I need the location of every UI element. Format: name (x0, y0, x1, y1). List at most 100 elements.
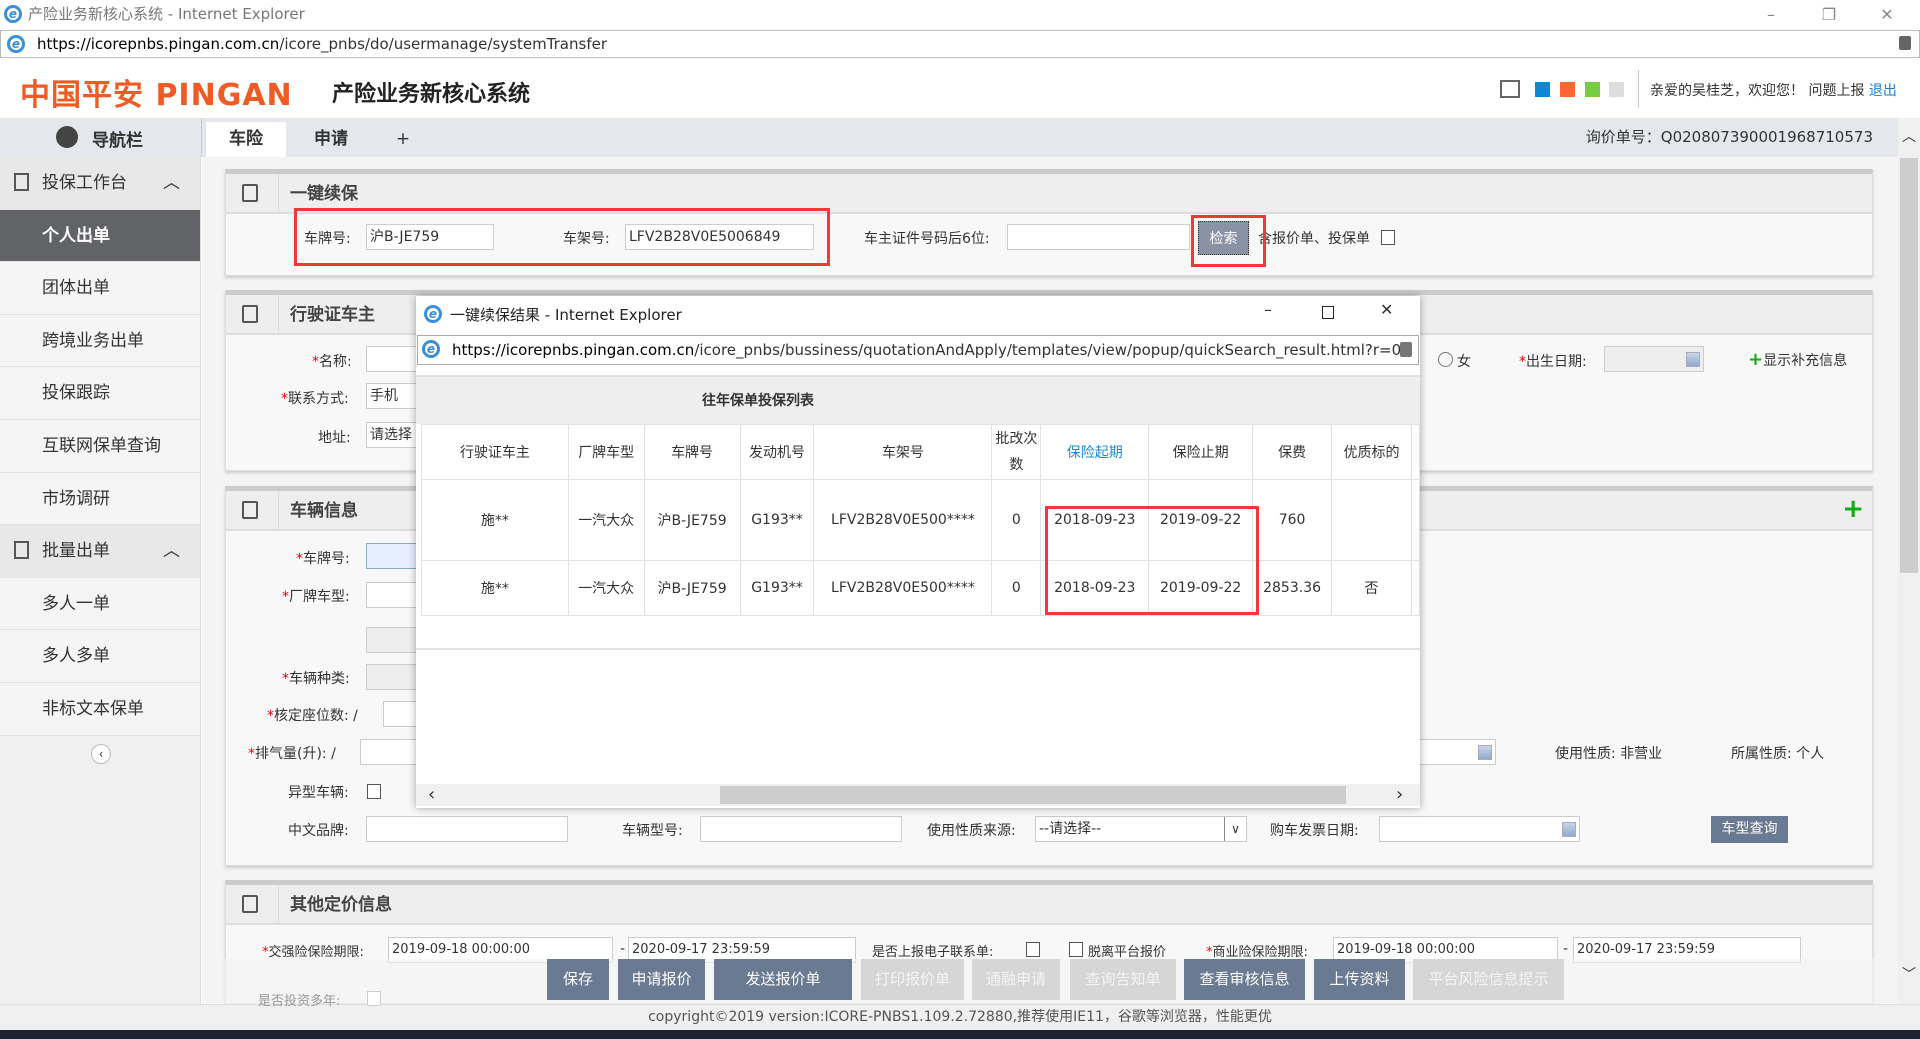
scrollbar-thumb[interactable] (720, 786, 1346, 804)
show-more-link[interactable]: 显示补充信息 (1763, 353, 1847, 369)
birth-label: 出生日期: (1526, 354, 1587, 370)
offline-quote-label: 脱离平台报价 (1088, 945, 1167, 960)
collapse-sidebar-button[interactable]: ‹ (91, 744, 111, 764)
table-cell: 0 (991, 560, 1042, 616)
popup-address-bar[interactable]: e https://icorepnbs.pingan.com.cn/icore_p… (417, 335, 1419, 365)
ie-icon: e (7, 35, 25, 53)
window-title-bar: e 产险业务新核心系统 - Internet Explorer (0, 0, 1920, 29)
popup-horizontal-scrollbar[interactable]: ‹ › (416, 784, 1420, 806)
lock-icon (1400, 342, 1412, 357)
calendar-icon (1478, 745, 1492, 760)
theme-gray-swatch[interactable] (1609, 82, 1624, 97)
special-vehicle-checkbox[interactable] (367, 784, 381, 799)
column-header[interactable]: 厂牌车型 (567, 424, 645, 480)
column-header[interactable]: 车架号 (813, 424, 993, 480)
popup-close-button[interactable]: ✕ (1380, 300, 1393, 319)
table-row[interactable]: 施** 一汽大众 沪B-JE759 G193** LFV2B28V0E500**** 0 2… (421, 560, 1421, 616)
upload-button[interactable]: 上传资料 (1314, 959, 1405, 1000)
vehicle-plate-label: 车牌号: (303, 551, 350, 567)
multi-year-checkbox[interactable] (367, 991, 381, 1006)
brand-label: 中文品牌: (288, 823, 349, 839)
sidebar-item-multi-one[interactable]: 多人一单 (0, 577, 200, 631)
sidebar-group-batch[interactable]: 批量出单 ︿ (0, 525, 200, 578)
table-cell: 0 (991, 479, 1042, 561)
table-cell (1410, 479, 1421, 561)
theme-blue-swatch[interactable] (1535, 82, 1550, 97)
column-header[interactable]: 行驶证车主 (421, 424, 569, 480)
column-header[interactable]: 优质标的 (1331, 424, 1412, 480)
theme-green-swatch[interactable] (1585, 82, 1600, 97)
table-cell: 一汽大众 (567, 560, 645, 616)
column-header[interactable]: 保险起期 (1040, 424, 1150, 480)
popup-minimize-button[interactable]: – (1264, 300, 1272, 319)
popup-title: 一键续保结果 - Internet Explorer (450, 306, 682, 324)
sidebar-item-tracking[interactable]: 投保跟踪 (0, 367, 200, 420)
close-button[interactable]: ✕ (1864, 0, 1910, 29)
e-contact-checkbox[interactable] (1026, 942, 1040, 957)
special-vehicle-label: 异型车辆: (288, 785, 349, 801)
model-query-button[interactable]: 车型查询 (1711, 816, 1788, 843)
popup-maximize-button[interactable] (1322, 306, 1334, 319)
use-source-select[interactable]: --请选择-- ∨ (1035, 816, 1247, 842)
tab-auto-insurance[interactable]: 车险 (206, 122, 286, 157)
page-scrollbar[interactable]: ︿ ﹀ (1898, 118, 1920, 1004)
column-header[interactable]: 保费 (1252, 424, 1333, 480)
sidebar-group-workbench[interactable]: 投保工作台 ︿ (0, 157, 200, 210)
table-cell: 沪B-JE759 (643, 560, 741, 616)
female-label: 女 (1457, 354, 1471, 370)
apply-quote-button[interactable]: 申请报价 (618, 959, 705, 1000)
document-icon (242, 895, 258, 913)
sidebar-item-crossborder[interactable]: 跨境业务出单 (0, 314, 200, 368)
address-bar[interactable]: e https://icorepnbs.pingan.com.cn/icore_… (0, 30, 1920, 58)
owner-id-input[interactable] (1007, 224, 1190, 250)
type-no-input[interactable] (700, 816, 902, 842)
accommodation-button[interactable]: 通融申请 (972, 959, 1060, 1000)
add-tab-button[interactable]: + (388, 122, 418, 157)
print-quote-button[interactable]: 打印报价单 (861, 959, 964, 1000)
sidebar-item-internet-query[interactable]: 互联网保单查询 (0, 420, 200, 473)
address-label: 地址: (318, 430, 351, 446)
query-notice-button[interactable]: 查询告知单 (1070, 959, 1176, 1000)
comm-period-label: 商业险保险期限: (1212, 945, 1308, 960)
birth-date-input[interactable] (1604, 346, 1704, 372)
theme-orange-swatch[interactable] (1560, 82, 1575, 97)
column-header (1410, 424, 1421, 480)
fullscreen-icon[interactable] (1500, 80, 1520, 98)
send-quote-button[interactable]: 发送报价单 (714, 959, 852, 1000)
sidebar-item-group[interactable]: 团体出单 (0, 262, 200, 315)
sidebar-item-market[interactable]: 市场调研 (0, 472, 200, 526)
sidebar-item-personal[interactable]: 个人出单 (0, 209, 200, 263)
tab-apply[interactable]: 申请 (296, 122, 366, 157)
invoice-date-input[interactable] (1379, 816, 1580, 842)
brand-input[interactable] (366, 816, 568, 842)
minimize-button[interactable]: – (1748, 0, 1794, 29)
ctpl-period-label: 交强险保险期限: (268, 945, 364, 960)
column-header[interactable]: 保险止期 (1148, 424, 1254, 480)
use-value: 非营业 (1620, 746, 1663, 762)
save-button[interactable]: 保存 (547, 959, 609, 1000)
platform-risk-button[interactable]: 平台风险信息提示 (1413, 959, 1564, 1000)
offline-quote-checkbox[interactable] (1069, 942, 1083, 957)
model-label: 厂牌车型: (289, 589, 350, 605)
renew-result-popup: e 一键续保结果 - Internet Explorer – ✕ e https:… (416, 296, 1421, 808)
column-header[interactable]: 发动机号 (739, 424, 815, 480)
table-cell: 施** (421, 560, 569, 616)
view-review-button[interactable]: 查看审核信息 (1184, 959, 1305, 1000)
calendar-icon (1686, 352, 1700, 367)
table-cell: 760 (1252, 479, 1333, 561)
table-row[interactable]: 施** 一汽大众 沪B-JE759 G193** LFV2B28V0E500**** 0 2… (421, 479, 1421, 561)
logout-link[interactable]: 退出 (1869, 83, 1897, 99)
table-cell: 施** (421, 479, 569, 561)
column-header[interactable]: 批改次数 (991, 424, 1042, 480)
nav-globe-icon (56, 126, 78, 148)
sidebar-item-multi-multi[interactable]: 多人多单 (0, 630, 200, 683)
e-contact-label: 是否上报电子联系单: (872, 945, 994, 960)
system-name: 产险业务新核心系统 (332, 82, 531, 107)
female-radio[interactable] (1438, 352, 1453, 367)
column-header[interactable]: 车牌号 (643, 424, 741, 480)
inquiry-number: 询价单号：Q020807390001968710573 (1585, 128, 1873, 146)
include-checkbox[interactable] (1381, 230, 1395, 245)
report-issue-link[interactable]: 问题上报 (1808, 83, 1864, 99)
restore-button[interactable]: ❐ (1806, 0, 1852, 29)
sidebar-item-nonstandard[interactable]: 非标文本保单 (0, 683, 200, 736)
